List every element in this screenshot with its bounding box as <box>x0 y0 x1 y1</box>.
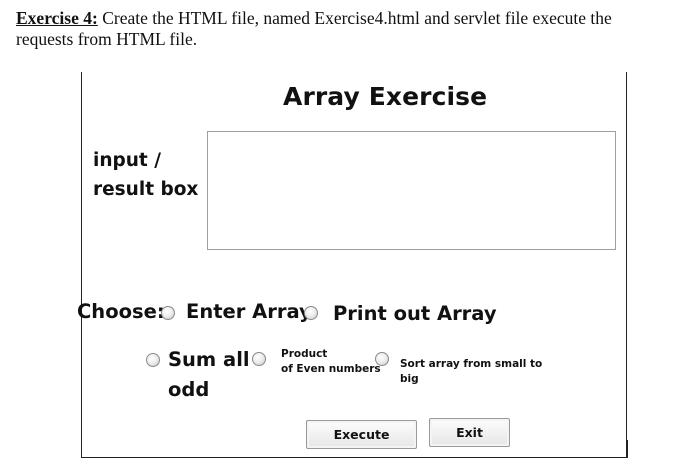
radio-sum-odd[interactable] <box>146 353 160 367</box>
option-print-array-label: Print out Array <box>333 302 497 325</box>
frame-corner-mark <box>626 440 628 458</box>
option-sort-label-line1: Sort array from small to <box>400 358 543 370</box>
result-box-label: input / result box <box>93 146 198 204</box>
radio-print-array[interactable] <box>304 306 318 320</box>
exit-button[interactable]: Exit <box>429 418 510 447</box>
radio-sort-array[interactable] <box>375 352 389 366</box>
execute-button[interactable]: Execute <box>306 420 417 449</box>
option-product-even-label-line1: Product <box>281 348 328 360</box>
radio-enter-array[interactable] <box>161 306 175 320</box>
result-textarea[interactable] <box>207 131 616 250</box>
option-enter-array-label: Enter Array <box>186 300 312 323</box>
app-title: Array Exercise <box>283 82 488 111</box>
result-box-label-line2: result box <box>93 179 199 200</box>
choose-label: Choose: <box>77 300 165 323</box>
result-box-label-line1: input / <box>93 150 161 171</box>
exercise-description: Create the HTML file, named Exercise4.ht… <box>16 8 612 49</box>
exercise-heading: Exercise 4: <box>16 8 98 28</box>
radio-product-even[interactable] <box>252 352 266 366</box>
option-sort-label-line2: big <box>400 373 419 385</box>
exercise-instruction: Exercise 4: Create the HTML file, named … <box>16 8 666 50</box>
option-sum-odd-label-line1: Sum all <box>168 348 250 371</box>
option-sum-odd-label-line2: odd <box>168 378 210 401</box>
option-product-even-label-line2: of Even numbers <box>281 363 381 375</box>
mockup-frame <box>81 72 628 458</box>
